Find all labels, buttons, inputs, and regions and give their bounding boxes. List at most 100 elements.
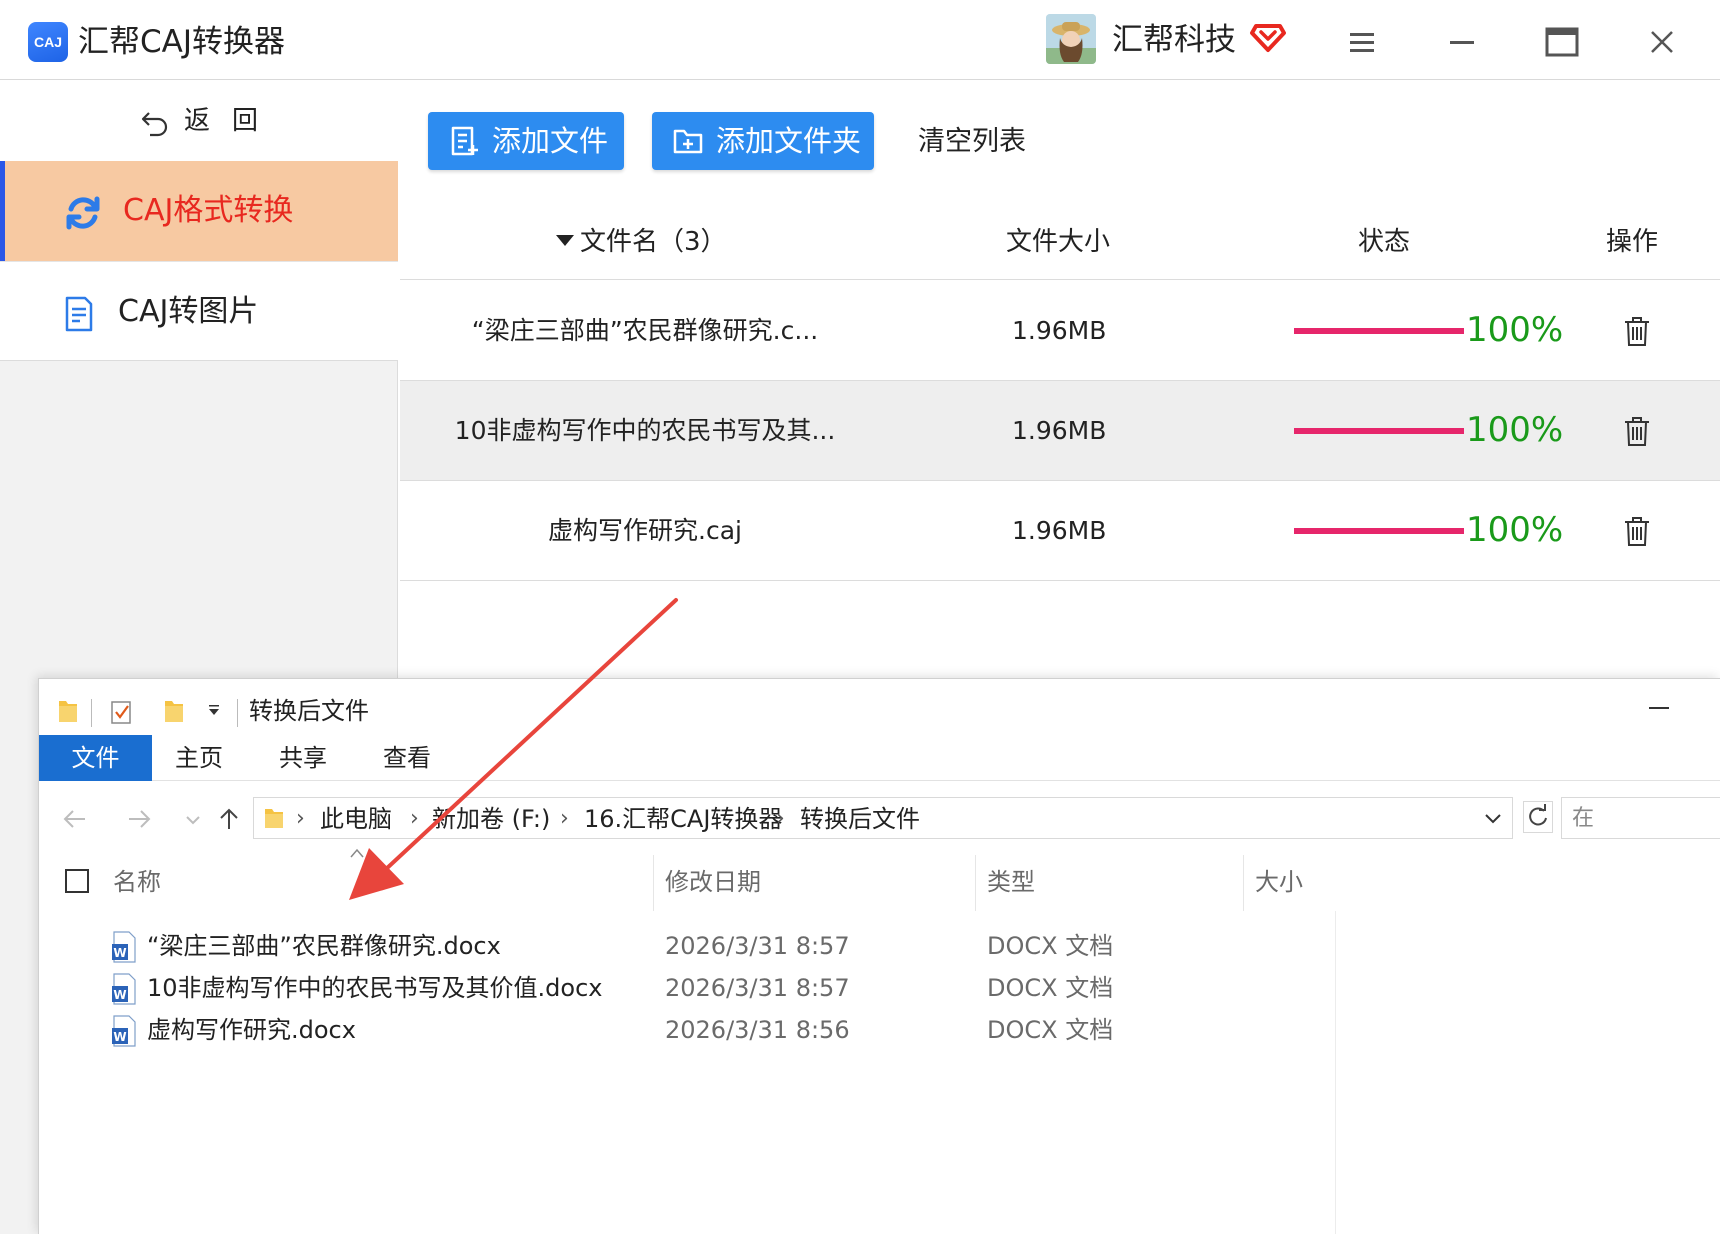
column-header-status: 状态 xyxy=(1358,227,1411,257)
breadcrumb-separator[interactable]: › xyxy=(776,806,785,832)
toolbar-divider xyxy=(237,699,238,727)
recent-locations-icon[interactable] xyxy=(179,807,207,831)
customize-toolbar-icon[interactable] xyxy=(207,697,221,725)
breadcrumb-item[interactable]: 转换后文件 xyxy=(800,802,920,836)
pane-divider xyxy=(1335,911,1336,1234)
file-type: DOCX 文档 xyxy=(987,974,1114,1002)
column-header-size[interactable]: 大小 xyxy=(1255,865,1303,899)
file-date: 2026/3/31 8:56 xyxy=(665,1016,850,1044)
sidebar-item-label: CAJ转图片 xyxy=(118,294,259,329)
sidebar-item-caj-format[interactable]: CAJ格式转换 xyxy=(0,161,398,261)
address-bar[interactable]: › 此电脑 › 新加卷 (F:) › 16.汇帮CAJ转换器 › 转换后文件 xyxy=(253,797,1513,839)
back-button[interactable]: 返回 xyxy=(0,81,398,161)
folder-icon[interactable] xyxy=(57,697,79,725)
trash-icon[interactable] xyxy=(1622,415,1652,447)
progress-percent: 100% xyxy=(1466,310,1564,350)
maximize-icon[interactable] xyxy=(1540,20,1584,64)
title-bar: CAJ 汇帮CAJ转换器 汇帮科技 xyxy=(0,0,1720,80)
navigation-bar: › 此电脑 › 新加卷 (F:) › 16.汇帮CAJ转换器 › 转换后文件 在 xyxy=(39,795,1720,843)
sort-ascending-icon xyxy=(350,848,364,858)
column-divider[interactable] xyxy=(1243,855,1244,911)
explorer-minimize-icon[interactable] xyxy=(1649,707,1669,709)
column-divider[interactable] xyxy=(653,855,654,911)
tab-home[interactable]: 主页 xyxy=(159,735,239,781)
svg-text:W: W xyxy=(113,946,126,960)
forward-icon[interactable] xyxy=(125,807,153,831)
search-input[interactable]: 在 xyxy=(1561,797,1720,839)
app-logo: CAJ xyxy=(28,22,68,62)
add-folder-icon xyxy=(673,129,703,154)
menu-icon[interactable] xyxy=(1340,20,1384,64)
file-date: 2026/3/31 8:57 xyxy=(665,932,850,960)
table-row[interactable]: 10非虚构写作中的农民书写及其... 1.96MB 100% xyxy=(400,381,1720,481)
sidebar-item-caj-to-image[interactable]: CAJ转图片 xyxy=(0,261,398,361)
new-folder-icon[interactable] xyxy=(163,697,185,725)
file-name: 10非虚构写作中的农民书写及其价值.docx xyxy=(147,974,603,1002)
word-doc-icon: W xyxy=(112,931,136,963)
app-title: 汇帮CAJ转换器 xyxy=(78,24,285,60)
toolbar-divider xyxy=(91,699,92,727)
file-name: 虚构写作研究.caj xyxy=(548,516,742,545)
table-header: 文件名（3） 文件大小 状态 操作 xyxy=(400,212,1720,280)
refresh-icon xyxy=(1529,804,1547,826)
breadcrumb-separator[interactable]: › xyxy=(560,806,569,832)
tab-file[interactable]: 文件 xyxy=(39,735,152,781)
column-header-filename[interactable]: 文件名（3） xyxy=(556,222,727,262)
user-avatar[interactable] xyxy=(1046,14,1096,64)
add-file-icon xyxy=(451,126,478,156)
progress-percent: 100% xyxy=(1466,510,1564,550)
list-item[interactable]: W “梁庄三部曲”农民群像研究.docx 2026/3/31 8:57 DOCX… xyxy=(39,925,1335,967)
tab-share[interactable]: 共享 xyxy=(263,735,343,781)
column-header-date[interactable]: 修改日期 xyxy=(665,865,761,899)
trash-icon[interactable] xyxy=(1622,315,1652,347)
list-item[interactable]: W 虚构写作研究.docx 2026/3/31 8:56 DOCX 文档 xyxy=(39,1009,1335,1051)
table-row[interactable]: “梁庄三部曲”农民群像研究.c... 1.96MB 100% xyxy=(400,281,1720,381)
column-divider[interactable] xyxy=(975,855,976,911)
close-icon[interactable] xyxy=(1640,20,1684,64)
breadcrumb-item[interactable]: 16.汇帮CAJ转换器 xyxy=(584,802,782,836)
svg-text:W: W xyxy=(113,1030,126,1044)
file-size: 1.96MB xyxy=(1012,316,1107,345)
file-size: 1.96MB xyxy=(1012,416,1107,445)
breadcrumb-item[interactable]: 新加卷 (F:) xyxy=(432,802,550,836)
table-row[interactable]: 虚构写作研究.caj 1.96MB 100% xyxy=(400,481,1720,581)
sort-caret-icon xyxy=(556,235,574,246)
word-doc-icon: W xyxy=(112,973,136,1005)
svg-text:W: W xyxy=(113,988,126,1002)
add-folder-label: 添加文件夹 xyxy=(716,124,862,158)
list-item[interactable]: W 10非虚构写作中的农民书写及其价值.docx 2026/3/31 8:57 … xyxy=(39,967,1335,1009)
back-icon[interactable] xyxy=(61,807,89,831)
vip-diamond-icon[interactable] xyxy=(1248,16,1288,56)
select-all-checkbox[interactable] xyxy=(65,869,89,893)
breadcrumb-separator[interactable]: › xyxy=(410,806,419,832)
progress-bar xyxy=(1294,328,1464,334)
word-doc-icon: W xyxy=(112,1015,136,1047)
file-size: 1.96MB xyxy=(1012,516,1107,545)
add-file-button[interactable]: 添加文件 xyxy=(428,112,624,170)
trash-icon[interactable] xyxy=(1622,515,1652,547)
progress-percent: 100% xyxy=(1466,410,1564,450)
chevron-down-icon[interactable] xyxy=(1482,806,1504,830)
column-header-type[interactable]: 类型 xyxy=(987,865,1035,899)
search-placeholder: 在 xyxy=(1572,806,1595,831)
back-arrow-icon xyxy=(141,112,168,137)
add-folder-button[interactable]: 添加文件夹 xyxy=(652,112,874,170)
breadcrumb-item[interactable]: 此电脑 xyxy=(320,802,392,836)
add-file-label: 添加文件 xyxy=(492,124,609,158)
clear-list-button[interactable]: 清空列表 xyxy=(918,122,1026,162)
minimize-icon[interactable] xyxy=(1440,20,1484,64)
file-type: DOCX 文档 xyxy=(987,1016,1114,1044)
sidebar-item-label: CAJ格式转换 xyxy=(123,193,294,228)
column-header-name[interactable]: 名称 xyxy=(113,865,161,899)
back-label: 返回 xyxy=(184,106,281,136)
file-type: DOCX 文档 xyxy=(987,932,1114,960)
properties-icon[interactable] xyxy=(109,697,135,725)
file-name: 虚构写作研究.docx xyxy=(147,1016,356,1044)
file-name: “梁庄三部曲”农民群像研究.c... xyxy=(471,316,819,345)
refresh-button[interactable] xyxy=(1523,801,1553,833)
up-icon[interactable] xyxy=(215,807,243,831)
folder-icon xyxy=(265,809,283,828)
breadcrumb-separator[interactable]: › xyxy=(296,806,305,832)
column-header-operation: 操作 xyxy=(1606,227,1659,257)
tab-view[interactable]: 查看 xyxy=(367,735,447,781)
